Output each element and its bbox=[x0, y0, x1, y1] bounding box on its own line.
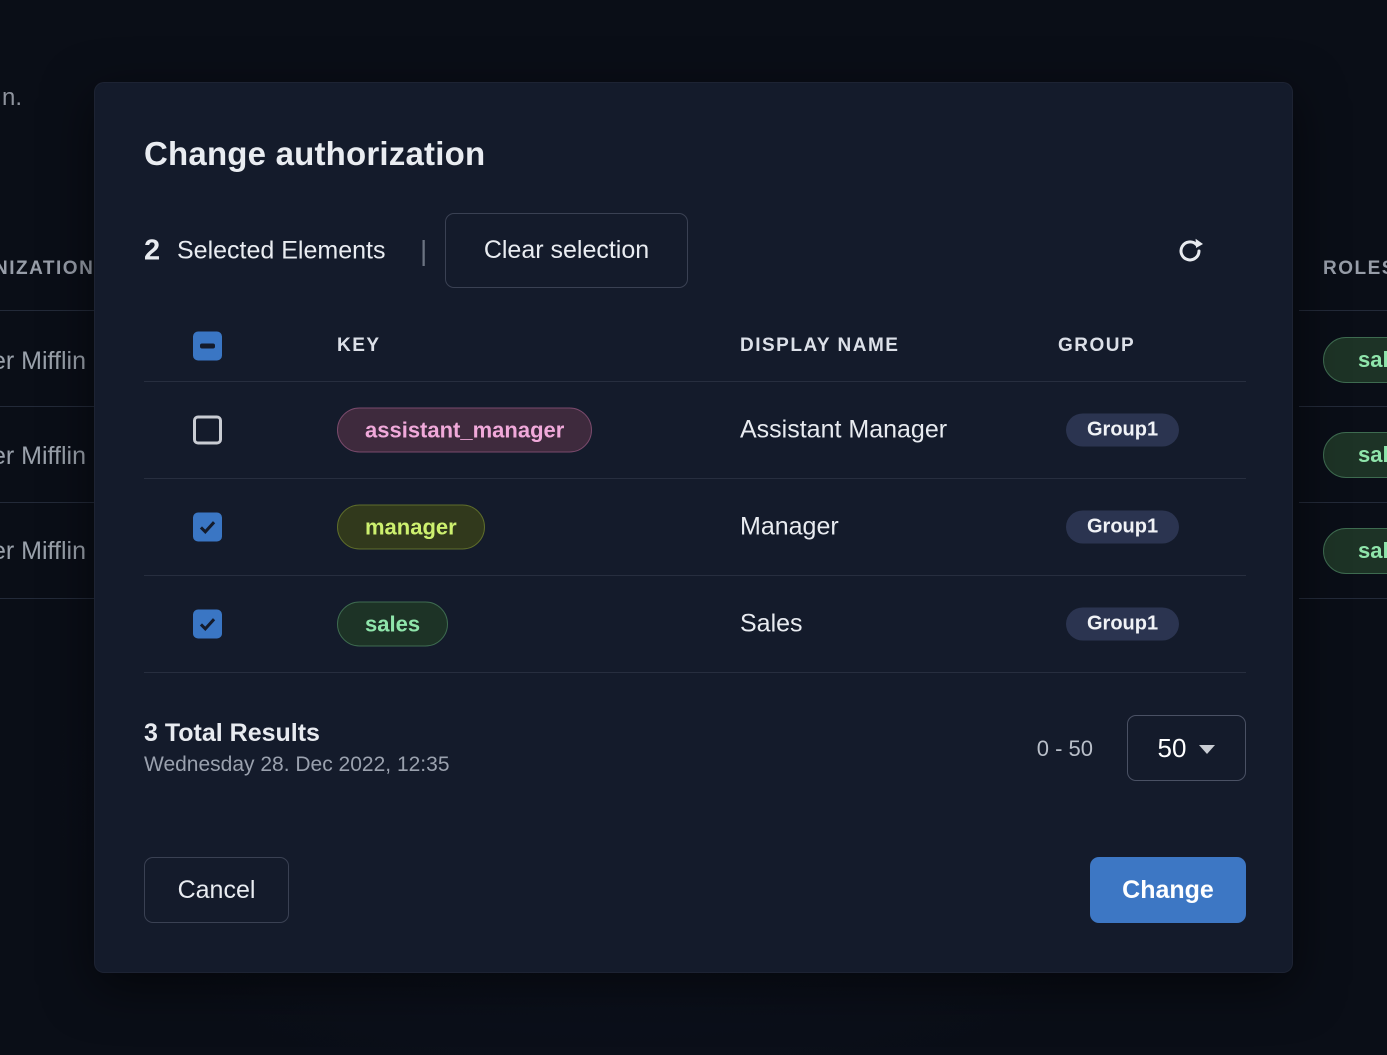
table-row[interactable]: assistant_manager Assistant Manager Grou… bbox=[144, 382, 1246, 479]
table-body: assistant_manager Assistant Manager Grou… bbox=[144, 382, 1246, 673]
background-left-column-header: NIZATION bbox=[0, 258, 94, 280]
background-row-divider bbox=[0, 406, 95, 407]
group-badge: Group1 bbox=[1066, 608, 1179, 641]
background-text-fragment: n. bbox=[2, 84, 22, 112]
clear-selection-button[interactable]: Clear selection bbox=[445, 213, 688, 288]
modal-title: Change authorization bbox=[144, 135, 485, 173]
checkmark-icon bbox=[197, 614, 218, 635]
key-badge: manager bbox=[337, 505, 485, 550]
page-size-dropdown[interactable]: 50 bbox=[1127, 715, 1246, 781]
background-role-badge: sales bbox=[1323, 432, 1387, 478]
table-header-row: KEY DISPLAY NAME GROUP bbox=[144, 311, 1246, 382]
table-row[interactable]: sales Sales Group1 bbox=[144, 576, 1246, 673]
display-name: Manager bbox=[740, 513, 839, 542]
refresh-icon[interactable] bbox=[1176, 237, 1204, 265]
column-header-display-name: DISPLAY NAME bbox=[740, 335, 899, 357]
column-header-key: KEY bbox=[337, 335, 381, 357]
group-badge: Group1 bbox=[1066, 511, 1179, 544]
separator: | bbox=[420, 235, 427, 267]
page-size-value: 50 bbox=[1158, 733, 1187, 764]
cancel-button[interactable]: Cancel bbox=[144, 857, 289, 923]
row-checkbox[interactable] bbox=[193, 513, 222, 542]
background-row-divider bbox=[1299, 598, 1387, 599]
background-row-divider bbox=[0, 502, 95, 503]
results-summary: 3 Total Results Wednesday 28. Dec 2022, … bbox=[144, 719, 450, 777]
display-name: Sales bbox=[740, 610, 803, 639]
change-authorization-modal: Change authorization 2 Selected Elements… bbox=[94, 82, 1293, 973]
total-results: 3 Total Results bbox=[144, 719, 450, 748]
background-role-badge: sales bbox=[1323, 528, 1387, 574]
background-row-divider bbox=[1299, 406, 1387, 407]
change-button[interactable]: Change bbox=[1090, 857, 1246, 923]
selected-count: 2 bbox=[144, 234, 160, 267]
row-checkbox[interactable] bbox=[193, 610, 222, 639]
table-row[interactable]: manager Manager Group1 bbox=[144, 479, 1246, 576]
background-row-divider bbox=[0, 598, 95, 599]
select-all-checkbox[interactable] bbox=[193, 332, 222, 361]
background-row-divider bbox=[1299, 310, 1387, 311]
background-row-divider bbox=[0, 310, 95, 311]
result-range: 0 - 50 bbox=[1037, 736, 1093, 762]
row-checkbox[interactable] bbox=[193, 416, 222, 445]
key-badge: assistant_manager bbox=[337, 408, 592, 453]
selection-bar: 2 Selected Elements | Clear selection bbox=[144, 213, 1244, 288]
checkmark-icon bbox=[197, 517, 218, 538]
group-badge: Group1 bbox=[1066, 414, 1179, 447]
selected-elements-label: Selected Elements bbox=[177, 236, 385, 265]
key-badge: sales bbox=[337, 602, 448, 647]
background-role-badge: sales bbox=[1323, 337, 1387, 383]
background-right-column-header: ROLES bbox=[1323, 258, 1387, 280]
indeterminate-minus-icon bbox=[200, 344, 215, 349]
timestamp: Wednesday 28. Dec 2022, 12:35 bbox=[144, 753, 450, 777]
background-row-divider bbox=[1299, 502, 1387, 503]
column-header-group: GROUP bbox=[1058, 335, 1135, 357]
chevron-down-icon bbox=[1199, 745, 1215, 754]
display-name: Assistant Manager bbox=[740, 416, 947, 445]
